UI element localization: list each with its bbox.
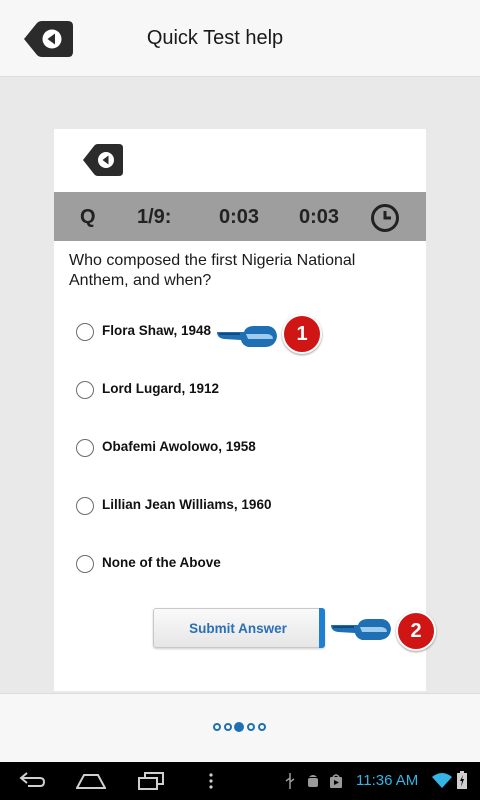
page-title: Quick Test help xyxy=(146,27,284,49)
answer-label: Lord Lugard, 1912 xyxy=(102,381,220,396)
page-dot[interactable] xyxy=(247,723,255,731)
play-store-icon xyxy=(329,773,343,794)
radio-button[interactable] xyxy=(76,555,94,573)
clock-icon xyxy=(370,203,400,233)
answer-option[interactable]: Lillian Jean Williams, 1960 xyxy=(72,494,362,520)
radio-button[interactable] xyxy=(76,497,94,515)
elapsed-time: 0:03 xyxy=(219,206,260,228)
wifi-icon xyxy=(432,772,452,793)
quiz-back-button[interactable] xyxy=(82,143,124,177)
radio-button[interactable] xyxy=(76,381,94,399)
question-label: Q xyxy=(80,206,96,228)
step-badge-2: 2 xyxy=(396,611,436,651)
android-debug-icon xyxy=(306,773,320,794)
answer-label: Lillian Jean Williams, 1960 xyxy=(102,497,272,512)
back-nav-icon[interactable] xyxy=(18,772,46,795)
step-badge-1: 1 xyxy=(282,314,322,354)
question-counter: 1/9: xyxy=(137,206,172,228)
page-dot[interactable] xyxy=(258,723,266,731)
pointing-hand-icon xyxy=(330,615,392,643)
recent-apps-icon[interactable] xyxy=(138,772,164,795)
radio-button[interactable] xyxy=(76,323,94,341)
page-dot[interactable] xyxy=(224,723,232,731)
submit-button-accent xyxy=(319,608,325,648)
pointing-hand-icon xyxy=(216,322,278,350)
menu-icon[interactable] xyxy=(208,773,214,794)
status-clock: 11:36 AM xyxy=(356,772,419,789)
answer-label: None of the Above xyxy=(102,555,221,570)
answer-option[interactable]: Lord Lugard, 1912 xyxy=(72,378,362,404)
back-arrow-icon xyxy=(24,21,73,57)
radio-button[interactable] xyxy=(76,439,94,457)
answer-label: Obafemi Awolowo, 1958 xyxy=(102,439,256,454)
question-text: Who composed the first Nigeria National … xyxy=(69,252,356,289)
answer-option[interactable]: Obafemi Awolowo, 1958 xyxy=(72,436,362,462)
page-dot-active[interactable] xyxy=(234,722,244,732)
home-nav-icon[interactable] xyxy=(75,773,107,794)
answer-label: Flora Shaw, 1948 xyxy=(102,323,212,338)
answer-option[interactable]: None of the Above xyxy=(72,552,362,578)
battery-icon xyxy=(457,771,467,794)
submit-answer-button[interactable]: Submit Answer xyxy=(153,608,325,648)
usb-icon xyxy=(284,773,296,794)
back-arrow-icon xyxy=(83,144,123,176)
page-dot[interactable] xyxy=(213,723,221,731)
back-button[interactable] xyxy=(22,20,74,58)
submit-button-label: Submit Answer xyxy=(189,621,287,636)
remaining-time: 0:03 xyxy=(299,206,340,228)
